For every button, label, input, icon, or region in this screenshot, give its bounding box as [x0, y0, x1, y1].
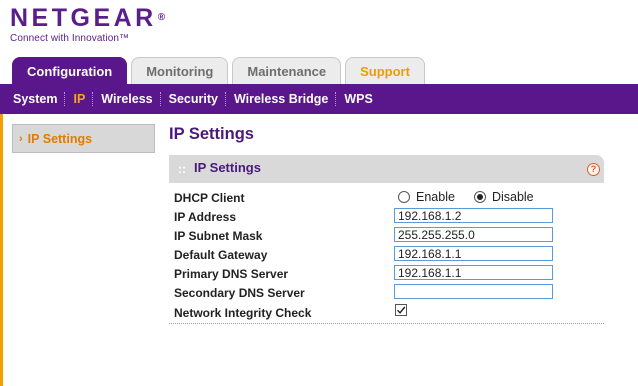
dhcp-enable-radio[interactable]: [398, 191, 410, 203]
secondary-dns-label: Secondary DNS Server: [174, 286, 305, 300]
subnav-wireless[interactable]: Wireless: [93, 92, 161, 106]
subnav-security[interactable]: Security: [161, 92, 226, 106]
checkmark-icon: [396, 306, 406, 314]
brand-name: NETGEAR: [10, 4, 157, 32]
subnav-wps[interactable]: WPS: [336, 92, 379, 106]
integrity-check-label: Network Integrity Check: [174, 306, 312, 320]
sub-navigation: System IP Wireless Security Wireless Bri…: [0, 84, 638, 114]
dhcp-client-label: DHCP Client: [174, 191, 245, 205]
dhcp-disable-radio[interactable]: [473, 191, 486, 203]
tab-configuration[interactable]: Configuration: [12, 57, 128, 85]
integrity-check-checkbox[interactable]: [395, 304, 407, 316]
sidenav-item-label: IP Settings: [27, 131, 93, 146]
primary-dns-input[interactable]: [394, 265, 553, 280]
dhcp-enable-label[interactable]: Enable: [416, 190, 455, 204]
brand-reg-mark: ®: [157, 12, 166, 23]
dhcp-client-row: DHCP Client Enable Disable: [174, 188, 604, 207]
primary-dns-row: Primary DNS Server: [174, 264, 604, 283]
netgear-logo: NETGEAR® Connect with Innovation™: [10, 4, 165, 44]
subnav-ip[interactable]: IP: [65, 92, 94, 106]
section-title: IP Settings: [194, 159, 261, 175]
tab-maintenance[interactable]: Maintenance: [232, 57, 342, 85]
subnet-mask-row: IP Subnet Mask: [174, 226, 604, 245]
section-header: :: IP Settings ?: [169, 155, 604, 183]
default-gateway-row: Default Gateway: [174, 245, 604, 264]
secondary-dns-input[interactable]: [394, 284, 553, 299]
left-accent-bar: [0, 114, 3, 386]
page-title: IP Settings: [169, 125, 254, 143]
brand-tagline: Connect with Innovation™: [10, 33, 130, 44]
subnet-mask-input[interactable]: [394, 227, 553, 242]
integrity-check-row: Network Integrity Check: [174, 303, 604, 322]
ip-address-input[interactable]: [394, 208, 553, 223]
chevron-right-icon: ›: [19, 132, 23, 145]
subnet-mask-label: IP Subnet Mask: [174, 229, 263, 243]
ip-address-label: IP Address: [174, 210, 237, 224]
drag-handle-icon: ::: [178, 162, 186, 176]
default-gateway-input[interactable]: [394, 246, 553, 261]
dhcp-radio-group: Enable Disable: [398, 190, 553, 204]
help-icon[interactable]: ?: [587, 163, 600, 176]
ip-address-row: IP Address: [174, 207, 604, 226]
primary-dns-label: Primary DNS Server: [174, 267, 289, 281]
tab-monitoring[interactable]: Monitoring: [131, 57, 229, 85]
dhcp-disable-label[interactable]: Disable: [492, 190, 534, 204]
section-divider: [169, 323, 604, 324]
sidenav-item-ip-settings[interactable]: › IP Settings: [12, 124, 155, 153]
tab-support[interactable]: Support: [345, 57, 425, 85]
subnav-wireless-bridge[interactable]: Wireless Bridge: [226, 92, 337, 106]
subnav-system[interactable]: System: [0, 92, 66, 106]
main-tabs: Configuration Monitoring Maintenance Sup…: [12, 57, 425, 85]
secondary-dns-row: Secondary DNS Server: [174, 283, 604, 302]
default-gateway-label: Default Gateway: [174, 248, 268, 262]
